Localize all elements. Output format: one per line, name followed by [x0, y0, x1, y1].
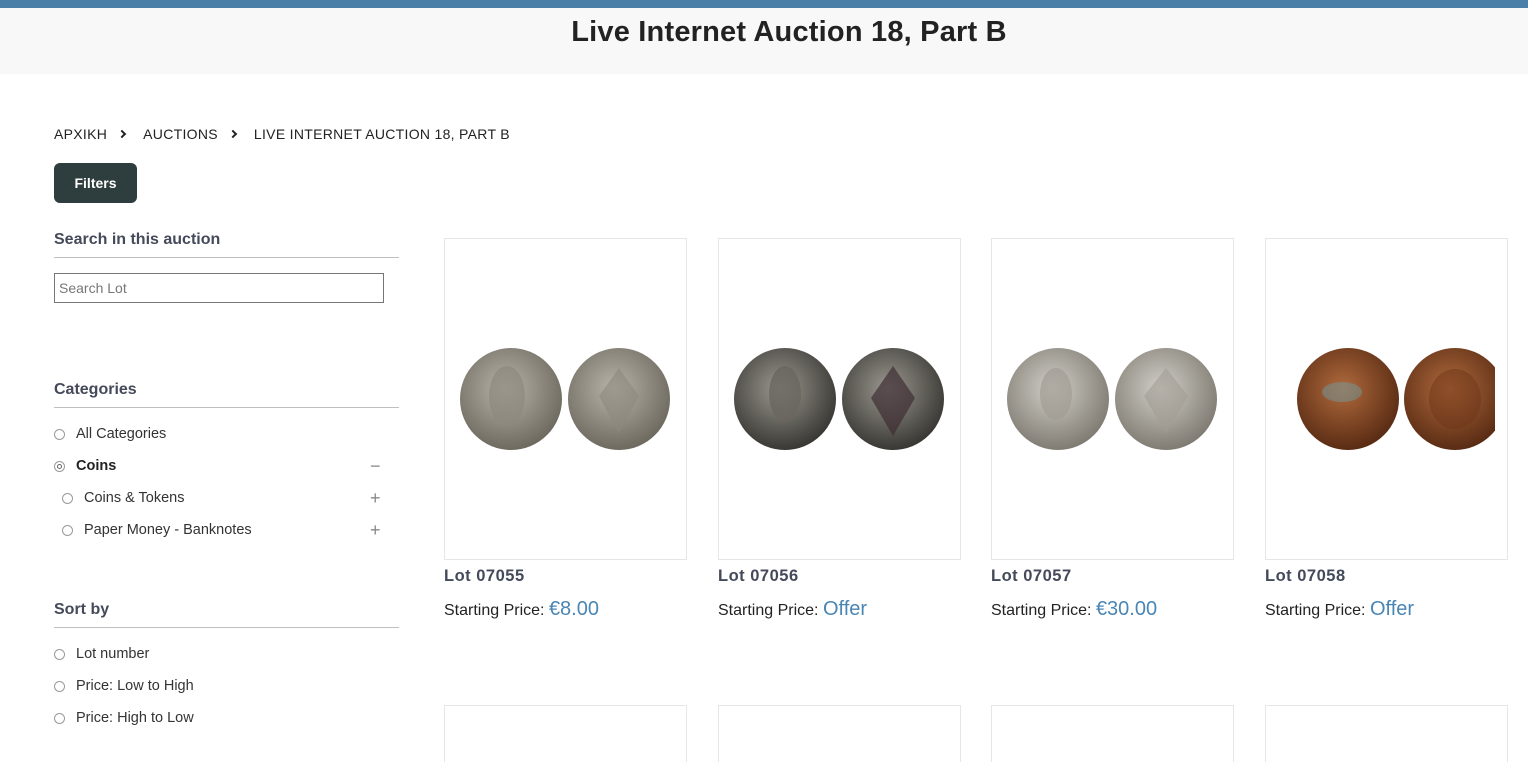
sort-label: Price: High to Low: [76, 710, 194, 726]
sort-label: Price: Low to High: [76, 678, 194, 694]
chevron-right-icon: [228, 129, 238, 139]
breadcrumb-home[interactable]: ΑΡΧΙΚΗ: [54, 126, 107, 142]
lot-card[interactable]: [991, 238, 1234, 560]
starting-price: Starting Price: €8.00: [444, 598, 599, 621]
category-paper-money[interactable]: Paper Money - Banknotes: [62, 522, 252, 538]
chevron-right-icon: [117, 129, 127, 139]
radio-icon[interactable]: [62, 492, 73, 504]
radio-icon[interactable]: [54, 680, 65, 692]
coin-image[interactable]: [459, 346, 674, 452]
radio-icon[interactable]: [54, 712, 65, 724]
category-all[interactable]: All Categories: [54, 426, 166, 442]
lot-card[interactable]: [718, 705, 961, 762]
starting-price: Starting Price: Offer: [718, 598, 867, 621]
expand-plus-icon[interactable]: +: [370, 521, 381, 539]
breadcrumb-current: LIVE INTERNET AUCTION 18, PART B: [253, 126, 510, 142]
lot-card[interactable]: [1265, 705, 1508, 762]
lot-card[interactable]: [991, 705, 1234, 762]
price-prefix: Starting Price:: [1265, 602, 1366, 619]
coin-image[interactable]: [1280, 346, 1495, 452]
breadcrumb: ΑΡΧΙΚΗ AUCTIONS LIVE INTERNET AUCTION 18…: [54, 126, 510, 142]
lot-number[interactable]: Lot 07058: [1265, 567, 1346, 586]
lot-card[interactable]: [718, 238, 961, 560]
price-value: Offer: [822, 598, 868, 620]
top-accent-bar: [0, 0, 1528, 8]
filters-button[interactable]: Filters: [54, 163, 137, 203]
collapse-minus-icon[interactable]: −: [370, 457, 381, 475]
lot-card[interactable]: [1265, 238, 1508, 560]
categories-section-title: Categories: [54, 381, 137, 398]
radio-checked-icon[interactable]: [54, 460, 65, 472]
category-coins-tokens[interactable]: Coins & Tokens: [62, 490, 184, 506]
price-prefix: Starting Price:: [718, 602, 819, 619]
lot-card[interactable]: [444, 238, 687, 560]
starting-price: Starting Price: Offer: [1265, 598, 1414, 621]
sort-price-low-high[interactable]: Price: Low to High: [54, 678, 194, 694]
expand-plus-icon[interactable]: +: [370, 489, 381, 507]
category-coins[interactable]: Coins: [54, 458, 116, 474]
price-value: Offer: [1369, 598, 1415, 620]
price-value: €8.00: [548, 598, 599, 620]
price-value: €30.00: [1095, 598, 1158, 620]
category-label: All Categories: [76, 426, 167, 442]
lot-number[interactable]: Lot 07055: [444, 567, 525, 586]
category-label: Coins: [76, 458, 117, 474]
lot-number[interactable]: Lot 07057: [991, 567, 1072, 586]
divider: [54, 257, 399, 258]
page-title: Live Internet Auction 18, Part B: [571, 16, 1007, 48]
search-lot-input[interactable]: [54, 273, 384, 303]
starting-price: Starting Price: €30.00: [991, 598, 1157, 621]
category-label: Coins & Tokens: [84, 490, 185, 506]
price-prefix: Starting Price:: [991, 602, 1092, 619]
divider: [54, 407, 399, 408]
breadcrumb-auctions[interactable]: AUCTIONS: [143, 126, 218, 142]
coin-image[interactable]: [1006, 346, 1221, 452]
search-section-title: Search in this auction: [54, 231, 221, 248]
category-label: Paper Money - Banknotes: [84, 522, 252, 538]
radio-icon[interactable]: [62, 524, 73, 536]
sort-section-title: Sort by: [54, 601, 110, 618]
sort-lot-number[interactable]: Lot number: [54, 646, 149, 662]
lot-number[interactable]: Lot 07056: [718, 567, 799, 586]
coin-image[interactable]: [733, 346, 948, 452]
radio-icon[interactable]: [54, 428, 65, 440]
sort-price-high-low[interactable]: Price: High to Low: [54, 710, 194, 726]
lot-card[interactable]: [444, 705, 687, 762]
radio-icon[interactable]: [54, 648, 65, 660]
price-prefix: Starting Price:: [444, 602, 545, 619]
divider: [54, 627, 399, 628]
sort-label: Lot number: [76, 646, 150, 662]
